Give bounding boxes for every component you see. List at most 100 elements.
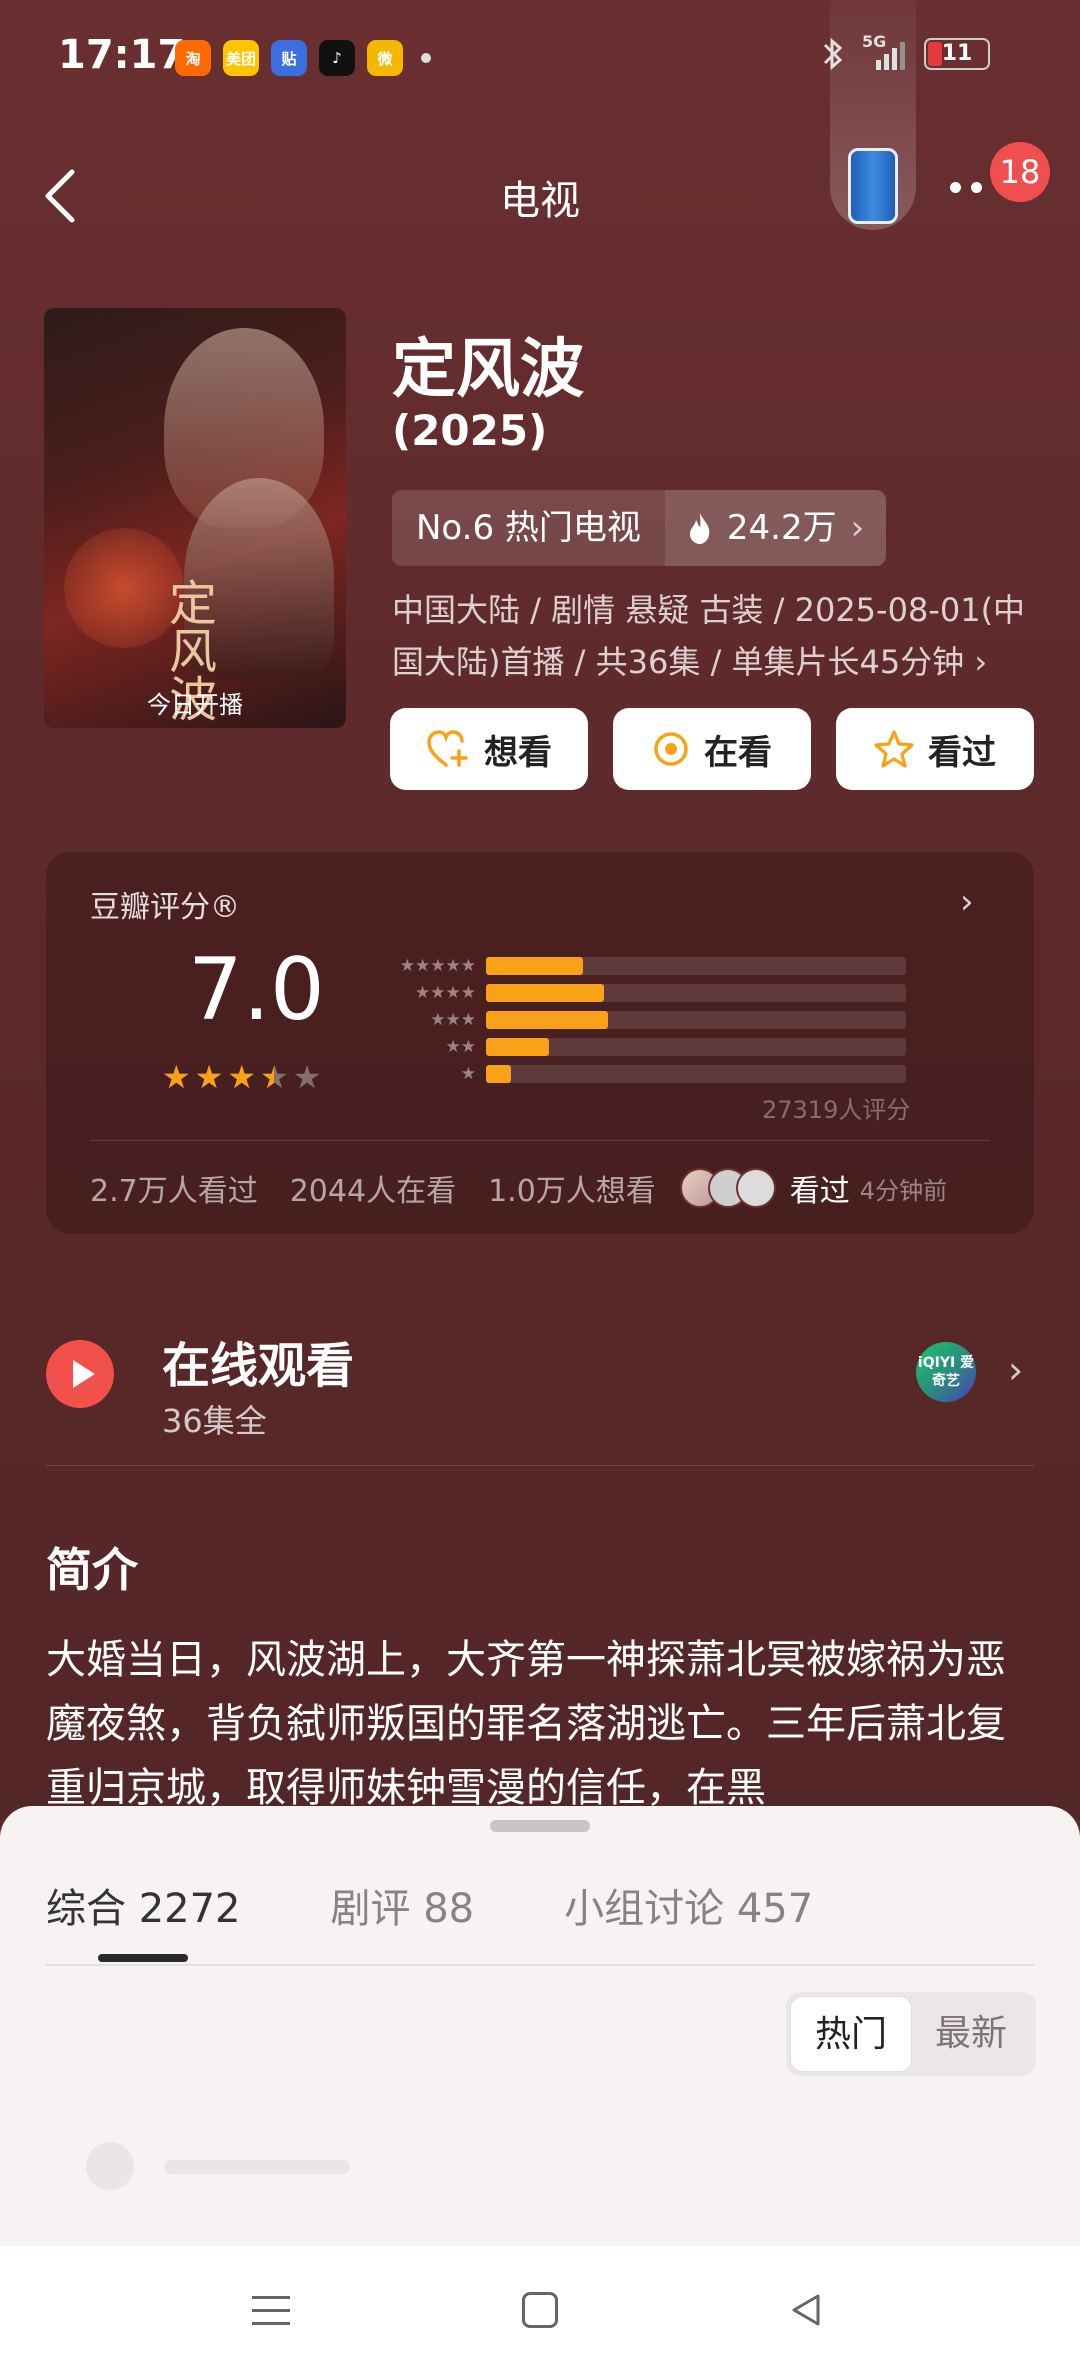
distribution-bar <box>486 983 906 1002</box>
heat-section: 24.2万 › <box>664 490 887 566</box>
home-icon[interactable] <box>522 2292 558 2328</box>
chevron-right-icon: › <box>850 508 865 548</box>
want-to-watch-button[interactable]: 想看 <box>390 708 588 790</box>
divider <box>46 1465 1034 1466</box>
watched-count: 2.7万人看过 <box>90 1174 258 1209</box>
rating-star-icon: ★ <box>292 1058 322 1096</box>
rating-count: 27319人评分 <box>762 1096 911 1124</box>
watching-button[interactable]: 在看 <box>613 708 811 790</box>
rating-star-icon: ★ ★ <box>260 1058 289 1096</box>
weibo-icon: 微 <box>367 40 403 76</box>
loading-avatar-placeholder <box>86 2142 134 2190</box>
heat-value: 24.2万 <box>726 508 837 548</box>
distribution-bar-fill <box>486 1010 608 1029</box>
tab-group-discussion[interactable]: 小组讨论 457 <box>564 1876 813 1934</box>
more-options-icon[interactable] <box>950 182 982 193</box>
active-tab-indicator <box>98 1954 188 1962</box>
distribution-bar-fill <box>486 1064 512 1083</box>
rating-score: 7.0 <box>188 940 325 1040</box>
divider <box>46 1964 1034 1966</box>
status-bar: 17:17 淘美团贴♪微 5G 11 <box>0 0 1080 110</box>
friends-seen-time: 4分钟前 <box>859 1176 948 1205</box>
divider <box>90 1140 990 1141</box>
sort-new-button[interactable]: 最新 <box>910 1996 1032 2072</box>
comment-tabs: 综合 2272 剧评 88 小组讨论 457 <box>46 1876 813 1934</box>
play-icon <box>46 1340 114 1408</box>
poster-premiere-tag: 今日开播 <box>147 691 243 719</box>
iqiyi-logo-icon: iQIYI 爱奇艺 <box>916 1342 976 1402</box>
watching-count: 2044人在看 <box>289 1174 457 1209</box>
distribution-row: ★★ <box>376 1033 906 1060</box>
watched-label: 看过 <box>928 732 996 773</box>
distribution-row: ★ <box>376 1060 906 1087</box>
flame-icon <box>689 513 710 544</box>
rating-card[interactable]: 豆瓣评分® › 7.0 ★ ★ ★ ★ ★ ★ ★ ★ ★ ★★★★★ ★★★★ ★★★ ★★ ★ 27… <box>46 852 1034 1234</box>
more-notifications-dot <box>421 53 431 63</box>
back-triangle-icon[interactable] <box>786 2290 826 2330</box>
recent-apps-icon[interactable] <box>252 2296 290 2335</box>
star-outline-icon <box>874 730 914 768</box>
tiktok-icon: ♪ <box>319 40 355 76</box>
distribution-stars: ★ <box>460 1063 476 1084</box>
chevron-right-icon: › <box>1008 1348 1024 1392</box>
friend-avatars[interactable] <box>679 1168 776 1208</box>
meituan-icon: 美团 <box>223 40 259 76</box>
want-to-watch-label: 想看 <box>484 732 552 773</box>
distribution-stars: ★★★★★ <box>399 955 476 976</box>
online-watch-title: 在线观看 <box>162 1338 355 1394</box>
rating-star-icon: ★ ★ <box>162 1058 191 1096</box>
rank-label: No.6 热门电视 <box>392 490 665 566</box>
sort-toggle: 热门 最新 <box>786 1992 1036 2076</box>
circle-dot-icon <box>654 732 688 766</box>
distribution-bar-fill <box>486 956 583 975</box>
rating-star-icon: ★ ★ <box>227 1058 257 1096</box>
distribution-row: ★★★ <box>376 1006 906 1033</box>
show-year: (2025) <box>392 406 548 455</box>
notification-app-icons: 淘美团贴 ♪ 微 <box>175 40 431 76</box>
battery-level: 11 <box>941 41 973 66</box>
distribution-row: ★★★★ <box>376 979 906 1006</box>
show-title: 定风波 <box>392 333 584 407</box>
rating-stars: ★ ★ ★ ★ ★ ★ ★ ★ ★ <box>162 1058 321 1096</box>
heart-plus-icon <box>427 730 468 767</box>
tab-reviews[interactable]: 剧评 88 <box>331 1876 475 1934</box>
friends-seen-label: 看过 <box>789 1174 850 1209</box>
want-count: 1.0万人想看 <box>488 1174 656 1209</box>
distribution-bar-fill <box>486 983 604 1002</box>
rating-distribution: ★★★★★ ★★★★ ★★★ ★★ ★ <box>376 952 906 1087</box>
online-watch-row[interactable]: 在线观看 36集全 iQIYI 爱奇艺 › <box>46 1310 1036 1450</box>
sort-hot-button[interactable]: 热门 <box>790 1996 912 2072</box>
chevron-right-icon[interactable]: › <box>960 882 974 922</box>
watched-button[interactable]: 看过 <box>836 708 1034 790</box>
poster-image[interactable]: 定风波 今日开播 <box>44 308 346 728</box>
distribution-stars: ★★ <box>445 1036 476 1057</box>
ranking-pill[interactable]: No.6 热门电视 24.2万 › <box>392 490 887 566</box>
taobao-icon: 淘 <box>175 40 211 76</box>
rating-star-icon: ★ ★ <box>194 1058 224 1096</box>
distribution-bar-fill <box>486 1037 549 1056</box>
avatar <box>735 1168 776 1208</box>
loading-text-placeholder <box>164 2160 350 2174</box>
distribution-bar <box>486 1064 906 1083</box>
tieba-icon: 贴 <box>271 40 307 76</box>
distribution-bar <box>486 956 906 975</box>
tab-overall[interactable]: 综合 2272 <box>46 1876 241 1934</box>
distribution-bar <box>486 1010 906 1029</box>
comments-bottom-sheet[interactable]: 综合 2272 剧评 88 小组讨论 457 热门 最新 <box>0 1806 1080 2246</box>
sheet-drag-handle[interactable] <box>490 1820 590 1832</box>
battery-icon: 11 <box>924 38 990 70</box>
douban-rating-label: 豆瓣评分® <box>90 890 240 925</box>
distribution-bar <box>486 1037 906 1056</box>
watch-stats: 2.7万人看过 2044人在看 1.0万人想看 看过 4分钟前 <box>90 1166 947 1210</box>
status-time: 17:17 <box>58 32 186 78</box>
show-meta[interactable]: 中国大陆 / 剧情 悬疑 古装 / 2025-08-01(中国大陆)首播 / 共… <box>392 584 1042 688</box>
watching-label: 在看 <box>704 732 772 773</box>
online-watch-episodes: 36集全 <box>162 1402 267 1440</box>
distribution-stars: ★★★ <box>430 1009 476 1030</box>
distribution-row: ★★★★★ <box>376 952 906 979</box>
intro-text[interactable]: 大婚当日，风波湖上，大齐第一神探萧北冥被嫁祸为恶魔夜煞，背负弑师叛国的罪名落湖逃… <box>46 1628 1040 1820</box>
page-title: 电视 <box>500 178 580 224</box>
notification-badge[interactable]: 18 <box>990 142 1050 202</box>
system-navigation-bar <box>0 2246 1080 2376</box>
distribution-stars: ★★★★ <box>415 982 476 1003</box>
